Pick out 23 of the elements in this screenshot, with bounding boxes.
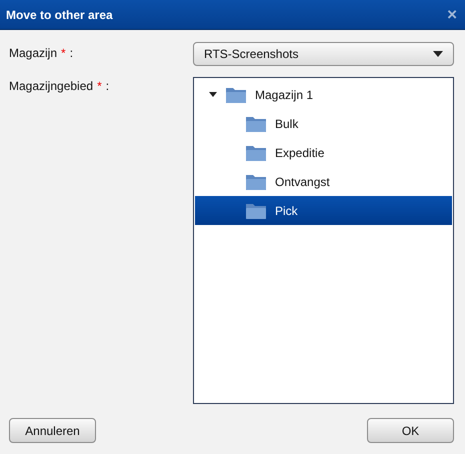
caret-icon bbox=[433, 51, 443, 57]
folder-icon bbox=[245, 172, 267, 190]
field-label: Magazijngebied bbox=[9, 79, 94, 93]
tree-item[interactable]: Ontvangst bbox=[195, 167, 452, 196]
tree-item[interactable]: Magazijn 1 bbox=[195, 80, 452, 109]
tree-item[interactable]: Bulk bbox=[195, 109, 452, 138]
label-colon: : bbox=[106, 79, 110, 93]
required-mark: * bbox=[97, 79, 102, 93]
folder-icon bbox=[225, 86, 247, 104]
label-colon: : bbox=[70, 46, 74, 60]
folder-icon bbox=[245, 202, 267, 220]
folder-icon bbox=[245, 114, 267, 132]
field-label: Magazijn bbox=[9, 46, 58, 60]
cancel-button[interactable]: Annuleren bbox=[9, 418, 96, 443]
tree-item[interactable]: Pick bbox=[195, 196, 452, 225]
warehouse-dropdown[interactable]: RTS-Screenshots bbox=[193, 42, 454, 66]
window-title: Move to other area bbox=[6, 8, 113, 22]
folder-icon bbox=[245, 144, 267, 162]
required-mark: * bbox=[61, 46, 66, 60]
tree-item[interactable]: Expeditie bbox=[195, 138, 452, 167]
close-button[interactable]: × bbox=[447, 6, 457, 23]
ok-button[interactable]: OK bbox=[367, 418, 454, 443]
expander-icon bbox=[209, 92, 217, 97]
